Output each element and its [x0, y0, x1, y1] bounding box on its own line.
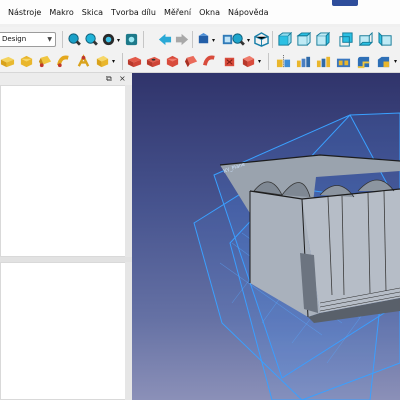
combo-view-panel: ⧉ ×	[0, 73, 132, 400]
sync-view-icon[interactable]	[196, 32, 211, 47]
view-toolbar: Design ▼ ▾ ▾ ▾	[0, 27, 400, 53]
menu-help[interactable]: Nápověda	[228, 8, 269, 17]
view-right-icon[interactable]	[315, 32, 330, 47]
view-left-icon[interactable]	[378, 32, 393, 47]
subtractive-pipe-icon[interactable]	[203, 54, 218, 69]
window-control-button[interactable]	[332, 0, 358, 6]
view-front-icon[interactable]	[277, 32, 292, 47]
toolbar-separator	[62, 31, 63, 48]
3d-viewport[interactable]: XY_Plane	[132, 73, 400, 400]
mirrored-icon[interactable]	[276, 54, 291, 69]
additive-box-icon[interactable]	[95, 54, 110, 69]
chevron-down-icon[interactable]: ▾	[212, 37, 215, 44]
float-panel-icon[interactable]: ⧉	[106, 74, 112, 84]
chevron-down-icon[interactable]: ▾	[117, 37, 120, 44]
additive-loft-icon[interactable]	[38, 54, 53, 69]
fillet-icon[interactable]	[356, 54, 371, 69]
record-icon[interactable]	[124, 32, 139, 47]
hole-icon[interactable]	[146, 54, 161, 69]
part-design-toolbar: ▾ ▾ ▾	[0, 51, 400, 73]
model-tree[interactable]	[0, 85, 126, 257]
additive-helix-icon[interactable]	[76, 54, 91, 69]
menu-macro[interactable]: Makro	[49, 8, 73, 17]
toolbar-separator	[268, 53, 269, 70]
combo-view-header: ⧉ ×	[0, 73, 132, 85]
workbench-selector[interactable]: Design ▼	[0, 32, 56, 47]
forward-arrow-icon[interactable]	[175, 32, 190, 47]
menu-measure[interactable]: Měření	[164, 8, 191, 17]
close-panel-icon[interactable]: ×	[119, 74, 126, 83]
chevron-down-icon: ▼	[47, 36, 52, 43]
groove-icon[interactable]	[165, 54, 180, 69]
chevron-down-icon[interactable]: ▾	[394, 58, 397, 65]
zoom-icon[interactable]	[67, 32, 82, 47]
tree-scrollbar[interactable]	[125, 85, 132, 257]
menu-windows[interactable]: Okna	[199, 8, 220, 17]
property-view[interactable]	[0, 262, 126, 400]
chevron-down-icon[interactable]: ▾	[112, 58, 115, 65]
3d-scene: XY_Plane	[193, 112, 400, 400]
menu-tools[interactable]: Nástroje	[8, 8, 41, 17]
chamfer-icon[interactable]	[376, 54, 391, 69]
linear-pattern-icon[interactable]	[296, 54, 311, 69]
property-scrollbar[interactable]	[125, 262, 132, 400]
polar-pattern-icon[interactable]	[316, 54, 331, 69]
chevron-down-icon[interactable]: ▾	[258, 58, 261, 65]
subtractive-loft-icon[interactable]	[184, 54, 199, 69]
toolbar-separator	[122, 53, 123, 70]
measure-icon[interactable]	[231, 32, 246, 47]
subtractive-box-icon[interactable]	[241, 54, 256, 69]
view-rear-icon[interactable]	[339, 32, 354, 47]
toolbar-separator	[143, 31, 144, 48]
view-isometric-icon[interactable]	[254, 32, 269, 47]
pocket-icon[interactable]	[127, 54, 142, 69]
toolbar-separator	[192, 31, 193, 48]
menu-sketch[interactable]: Skica	[82, 8, 103, 17]
pad-icon[interactable]	[0, 54, 15, 69]
additive-pipe-icon[interactable]	[57, 54, 72, 69]
chevron-down-icon[interactable]: ▾	[247, 37, 250, 44]
workbench-selector-value: Design	[2, 35, 27, 43]
zoom-all-icon[interactable]	[84, 32, 99, 47]
view-bottom-icon[interactable]	[358, 32, 373, 47]
menu-part-design[interactable]: Tvorba dílu	[111, 8, 156, 17]
toolbar-separator	[272, 31, 273, 48]
multi-transform-icon[interactable]	[336, 54, 351, 69]
subtractive-helix-icon[interactable]	[222, 54, 237, 69]
revolution-icon[interactable]	[19, 54, 34, 69]
back-arrow-icon[interactable]	[157, 32, 172, 47]
draw-style-icon[interactable]	[101, 32, 116, 47]
view-top-icon[interactable]	[296, 32, 311, 47]
